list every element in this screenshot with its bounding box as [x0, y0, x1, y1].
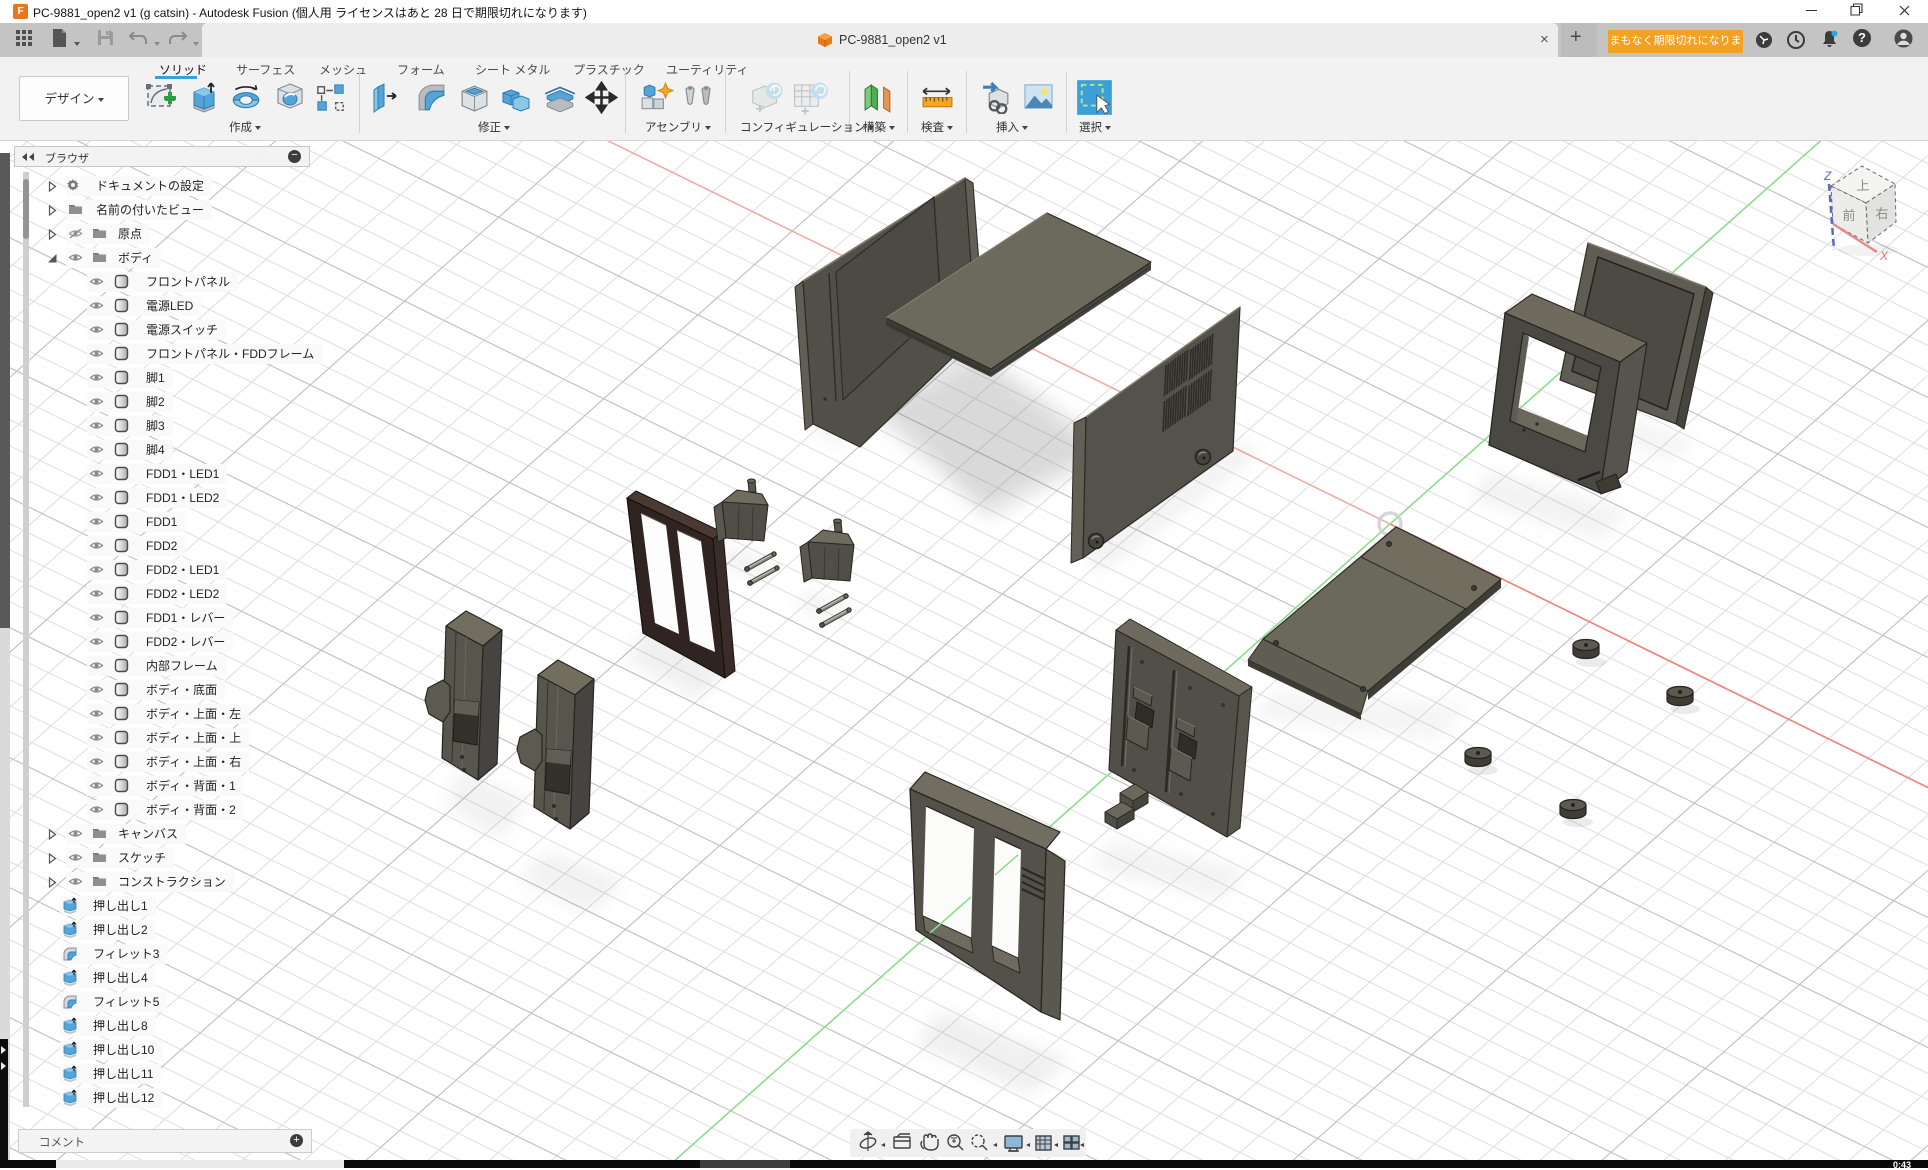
- svg-text:X: X: [1879, 249, 1889, 263]
- svg-text:Z: Z: [1823, 169, 1832, 183]
- svg-text:上: 上: [1856, 178, 1870, 193]
- svg-text:前: 前: [1842, 208, 1855, 223]
- svg-text:右: 右: [1875, 206, 1888, 221]
